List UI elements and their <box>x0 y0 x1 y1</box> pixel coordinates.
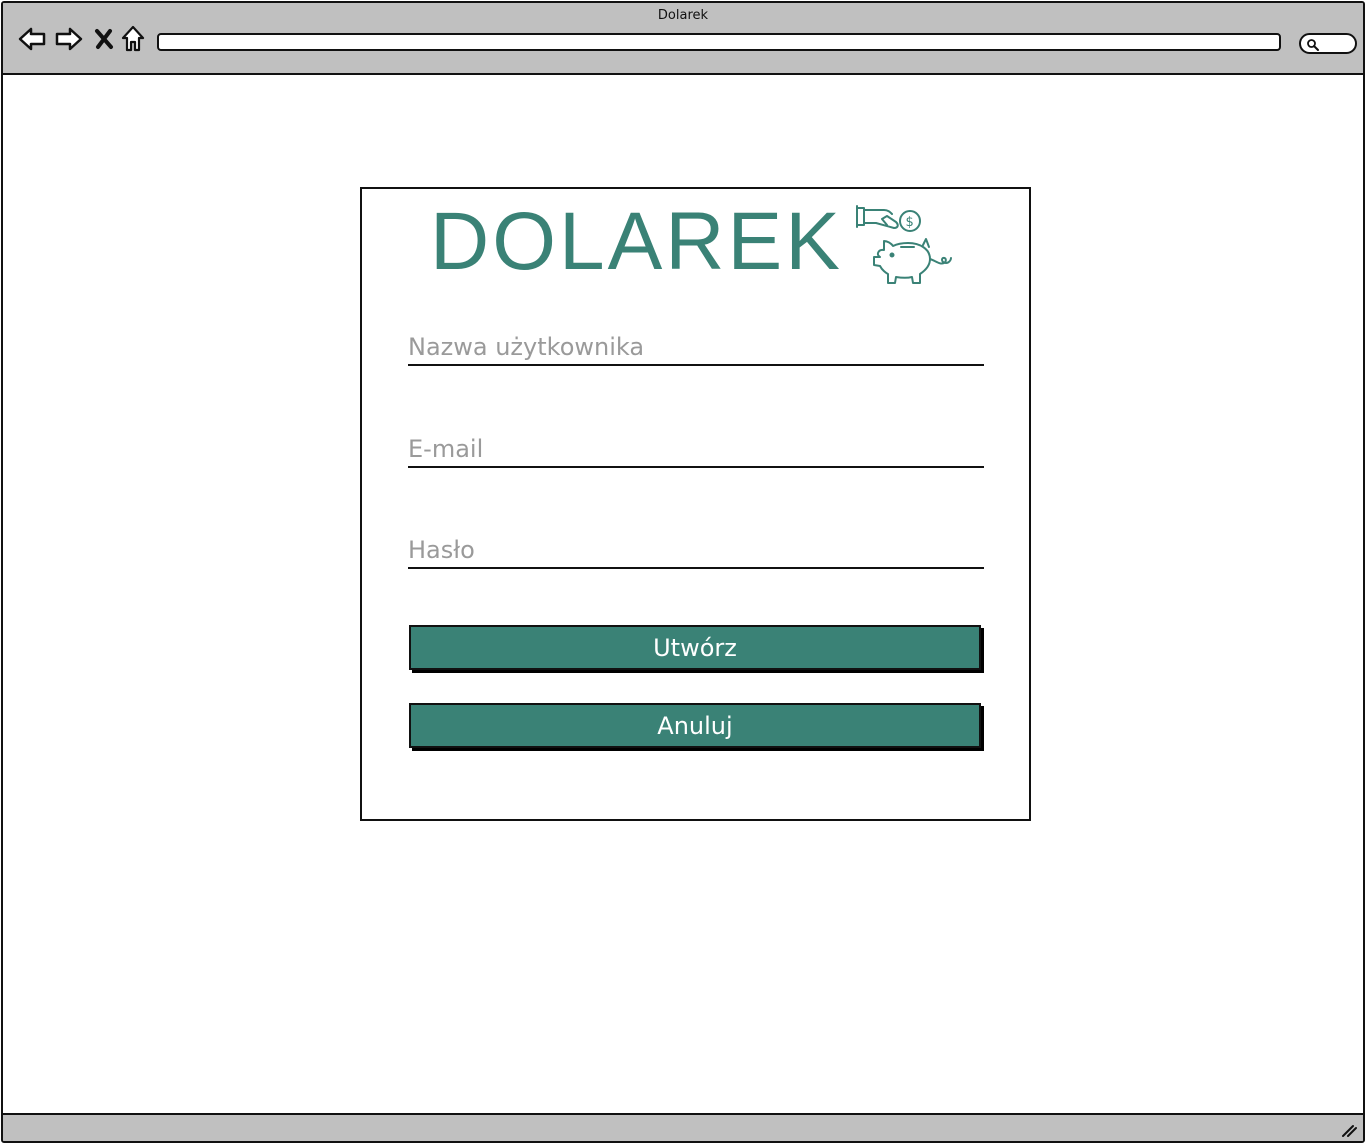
window-title: Dolarek <box>657 8 709 23</box>
back-arrow-icon <box>18 27 46 51</box>
close-icon <box>95 29 113 49</box>
email-input[interactable] <box>408 435 984 463</box>
piggy-bank-icon: $ <box>856 205 952 284</box>
forward-button[interactable] <box>54 25 84 53</box>
home-icon <box>121 25 145 52</box>
svg-text:$: $ <box>906 215 914 230</box>
status-bar <box>3 1113 1363 1141</box>
back-button[interactable] <box>17 25 47 53</box>
email-field[interactable] <box>408 428 984 468</box>
username-field[interactable] <box>408 326 984 366</box>
resize-grip-icon[interactable] <box>1341 1123 1357 1137</box>
cancel-button[interactable]: Anuluj <box>409 703 981 748</box>
app-logo-text: DOLAREK <box>430 196 843 287</box>
home-button[interactable] <box>118 25 148 53</box>
password-input[interactable] <box>408 536 984 564</box>
password-field[interactable] <box>408 529 984 569</box>
search-icon <box>1307 39 1319 51</box>
browser-toolbar: Dolarek <box>3 3 1363 75</box>
username-input[interactable] <box>408 333 984 361</box>
create-button[interactable]: Utwórz <box>409 625 981 670</box>
address-bar[interactable] <box>157 33 1281 51</box>
browser-search-box[interactable] <box>1299 33 1357 54</box>
browser-window: Dolarek DOLAREK $ Nazwa użytkownika E-ma… <box>1 1 1365 1143</box>
stop-button[interactable] <box>89 25 119 53</box>
registration-card: DOLAREK $ Utwórz Anuluj <box>360 187 1031 821</box>
forward-arrow-icon <box>55 27 83 51</box>
